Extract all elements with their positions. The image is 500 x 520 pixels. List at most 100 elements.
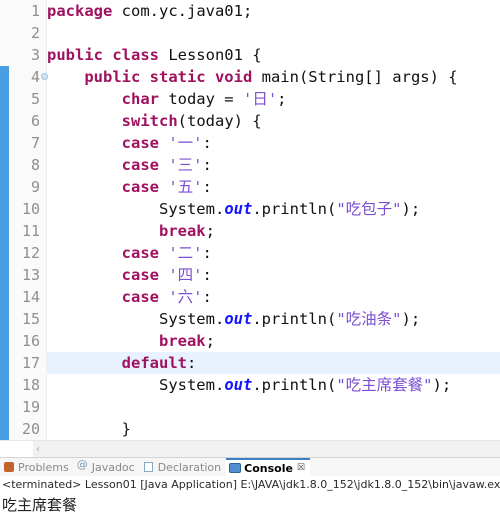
- code-line[interactable]: 7 case '一':: [0, 132, 500, 154]
- bottom-view-panel: Problems Javadoc Declaration Console ☒ <term…: [0, 457, 500, 520]
- code-token: case: [121, 288, 159, 306]
- code-token: );: [401, 310, 421, 328]
- code-line[interactable]: 20 }: [0, 418, 500, 440]
- code-line[interactable]: 15 System.out.println("吃油条");: [0, 308, 500, 330]
- scrollbar-left-gap: [0, 441, 33, 458]
- java-editor[interactable]: 1 package com.yc.java01; 2 3 public class Le…: [0, 0, 500, 440]
- tab-javadoc[interactable]: Javadoc: [74, 458, 140, 476]
- code-line-text[interactable]: System.out.println("吃包子");: [47, 198, 420, 220]
- view-tab-bar[interactable]: Problems Javadoc Declaration Console ☒: [0, 458, 500, 476]
- code-token: char: [121, 90, 159, 108]
- code-line[interactable]: 9 case '五':: [0, 176, 500, 198]
- code-line[interactable]: 6 switch(today) {: [0, 110, 500, 132]
- line-number: 20: [21, 420, 40, 438]
- code-token: package: [47, 2, 113, 20]
- code-line[interactable]: 13 case '四':: [0, 264, 500, 286]
- code-token: case: [121, 156, 159, 174]
- code-line-text[interactable]: case '五':: [47, 176, 212, 198]
- code-line-text[interactable]: case '一':: [47, 132, 212, 154]
- tab-console[interactable]: Console ☒: [226, 458, 310, 476]
- code-line-text[interactable]: default:: [47, 352, 197, 374]
- tab-problems[interactable]: Problems: [0, 458, 74, 476]
- code-line[interactable]: 3 public class Lesson01 {: [0, 44, 500, 66]
- code-line[interactable]: 17 default:: [0, 352, 500, 374]
- line-number: 18: [21, 376, 40, 394]
- code-line[interactable]: 1 package com.yc.java01;: [0, 0, 500, 22]
- code-token: :: [202, 156, 212, 174]
- code-lines-container[interactable]: 1 package com.yc.java01; 2 3 public class Le…: [0, 0, 500, 440]
- code-token: ;: [205, 222, 215, 240]
- code-line-text[interactable]: case '六':: [47, 286, 212, 308]
- code-line[interactable]: 14 case '六':: [0, 286, 500, 308]
- code-line[interactable]: 5 char today = '日';: [0, 88, 500, 110]
- code-line[interactable]: 16 break;: [0, 330, 500, 352]
- code-token: ;: [205, 332, 215, 350]
- code-line[interactable]: 4 public static void main(String[] args)…: [0, 66, 500, 88]
- fold-collapse-icon[interactable]: [41, 73, 48, 80]
- code-token: out: [224, 310, 253, 328]
- code-token: (today) {: [177, 112, 262, 130]
- line-number: 16: [21, 332, 40, 350]
- code-line-text[interactable]: switch(today) {: [47, 110, 262, 132]
- code-token: }: [47, 420, 131, 438]
- line-number: 10: [21, 200, 40, 218]
- code-line[interactable]: 10 System.out.println("吃包子");: [0, 198, 500, 220]
- line-number: 19: [21, 398, 40, 416]
- code-token: default: [121, 354, 187, 372]
- code-line[interactable]: 19: [0, 396, 500, 418]
- code-line-text[interactable]: System.out.println("吃主席套餐");: [47, 374, 451, 396]
- console-view[interactable]: <terminated> Lesson01 [Java Application]…: [0, 476, 500, 520]
- code-line-text[interactable]: public class Lesson01 {: [47, 44, 262, 66]
- code-line[interactable]: 11 break;: [0, 220, 500, 242]
- tab-label: Javadoc: [91, 460, 135, 474]
- code-token: today =: [158, 90, 243, 108]
- code-line-text[interactable]: System.out.println("吃油条");: [47, 308, 420, 330]
- code-token: :: [202, 178, 212, 196]
- eclipse-ide-window: 1 package com.yc.java01; 2 3 public class Le…: [0, 0, 500, 520]
- code-line[interactable]: 8 case '三':: [0, 154, 500, 176]
- code-line-text[interactable]: case '三':: [47, 154, 212, 176]
- line-number: 3: [30, 46, 40, 64]
- code-token: "吃油条": [336, 310, 402, 328]
- line-number: 4: [30, 68, 40, 86]
- declaration-icon: [143, 461, 155, 473]
- code-token: case: [121, 134, 159, 152]
- code-line-text[interactable]: }: [47, 418, 131, 440]
- code-line[interactable]: 12 case '二':: [0, 242, 500, 264]
- line-number: 6: [30, 112, 40, 130]
- editor-horizontal-scrollbar[interactable]: ‹: [0, 440, 500, 458]
- code-line[interactable]: 2: [0, 22, 500, 44]
- scroll-left-icon[interactable]: ‹: [36, 444, 40, 455]
- code-token: :: [202, 134, 212, 152]
- close-icon[interactable]: ☒: [297, 463, 305, 473]
- code-line-text[interactable]: break;: [47, 220, 215, 242]
- code-line-text[interactable]: char today = '日';: [47, 88, 287, 110]
- code-line-text[interactable]: public static void main(String[] args) {: [47, 66, 457, 88]
- code-token: );: [432, 376, 452, 394]
- code-token: '二': [168, 244, 203, 262]
- console-launch-status: <terminated> Lesson01 [Java Application]…: [2, 478, 500, 491]
- code-line-text[interactable]: case '二':: [47, 242, 212, 264]
- code-line[interactable]: 18 System.out.println("吃主席套餐");: [0, 374, 500, 396]
- code-line-text[interactable]: package com.yc.java01;: [47, 0, 252, 22]
- javadoc-icon: [77, 458, 89, 473]
- line-number: 1: [30, 2, 40, 20]
- tab-declaration[interactable]: Declaration: [140, 458, 226, 476]
- code-token: :: [202, 266, 212, 284]
- line-number: 15: [21, 310, 40, 328]
- code-token: );: [401, 200, 421, 218]
- code-token: :: [202, 288, 212, 306]
- code-line-text[interactable]: break;: [47, 330, 215, 352]
- code-token: public class: [47, 46, 159, 64]
- code-line-text[interactable]: case '四':: [47, 264, 212, 286]
